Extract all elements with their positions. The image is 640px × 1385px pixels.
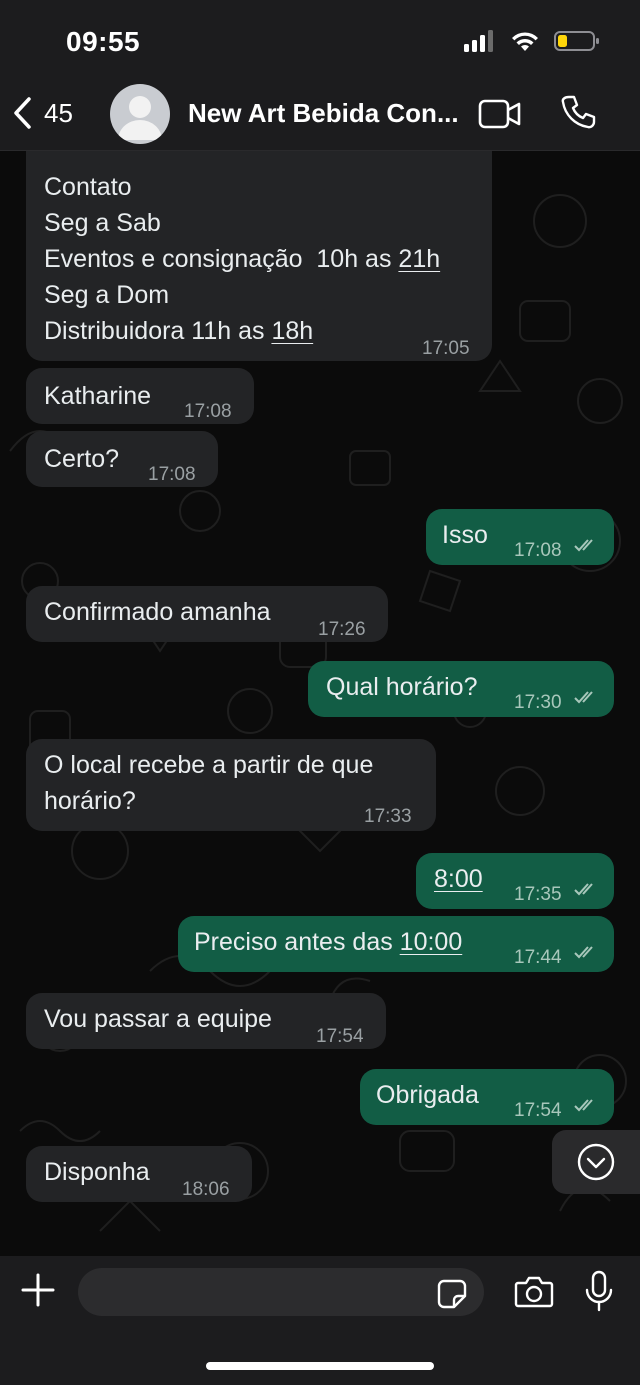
message-time: 17:08 bbox=[148, 464, 196, 485]
battery-icon bbox=[554, 31, 599, 51]
sticker-button[interactable] bbox=[436, 1278, 468, 1315]
message-input[interactable] bbox=[78, 1268, 484, 1316]
message-time-link[interactable]: 18h bbox=[271, 317, 313, 345]
message-bubble-incoming[interactable]: Katharine 17:08 bbox=[26, 368, 254, 424]
message-text: Vou passar a equipe bbox=[44, 1005, 272, 1033]
message-text: horário? bbox=[44, 787, 136, 815]
message-text: O local recebe a partir de que bbox=[44, 751, 374, 779]
message-time: 17:08 bbox=[514, 540, 562, 561]
chat-area[interactable]: Contato Seg a Sab Eventos e consignação … bbox=[0, 151, 640, 1256]
phone-icon bbox=[561, 95, 596, 129]
message-bubble-outgoing[interactable]: Obrigada 17:54 bbox=[360, 1069, 614, 1125]
message-bubble-incoming[interactable]: O local recebe a partir de que horário? … bbox=[26, 739, 436, 831]
message-time: 17:44 bbox=[514, 947, 562, 968]
avatar-icon[interactable] bbox=[110, 84, 170, 144]
double-check-icon bbox=[574, 946, 593, 959]
message-text: Seg a Sab bbox=[44, 209, 161, 237]
double-check-icon bbox=[574, 539, 593, 552]
status-time: 09:55 bbox=[66, 26, 141, 57]
message-text: Preciso antes das 10:00 bbox=[194, 924, 462, 960]
message-text: Seg a Dom bbox=[44, 281, 170, 309]
message-time-link[interactable]: 10:00 bbox=[400, 928, 463, 956]
message-text: Obrigada bbox=[376, 1081, 479, 1109]
scroll-to-bottom-button[interactable] bbox=[552, 1130, 640, 1194]
double-check-icon bbox=[574, 691, 593, 704]
voice-message-button[interactable] bbox=[584, 1270, 614, 1317]
message-text: Eventos e consignação 10h as 21h bbox=[44, 245, 441, 273]
unread-count: 45 bbox=[44, 97, 73, 128]
message-text: Disponha bbox=[44, 1158, 150, 1186]
message-bubble-incoming[interactable]: Certo? 17:08 bbox=[26, 431, 218, 487]
message-text: Contato bbox=[44, 173, 132, 201]
message-time: 17:30 bbox=[514, 692, 562, 713]
message-bubble-incoming[interactable]: Disponha 18:06 bbox=[26, 1146, 252, 1202]
message-time: 17:35 bbox=[514, 884, 562, 905]
home-indicator[interactable] bbox=[206, 1362, 434, 1370]
double-check-icon bbox=[574, 883, 593, 896]
message-time-link[interactable]: 21h bbox=[398, 245, 440, 273]
signal-icon bbox=[464, 30, 493, 52]
message-text: Isso bbox=[442, 521, 488, 549]
back-button[interactable]: 45 bbox=[12, 96, 73, 130]
camera-button[interactable] bbox=[514, 1274, 554, 1313]
back-chevron-icon bbox=[14, 97, 31, 129]
message-text: Qual horário? bbox=[326, 673, 478, 701]
message-bubble-incoming[interactable]: Vou passar a equipe 17:54 bbox=[26, 993, 386, 1049]
sticker-icon bbox=[437, 1279, 467, 1309]
message-text[interactable]: 8:00 bbox=[434, 861, 483, 897]
message-time: 18:06 bbox=[182, 1179, 230, 1200]
message-bubble-incoming[interactable]: Confirmado amanha 17:26 bbox=[26, 586, 388, 642]
message-time: 17:33 bbox=[364, 806, 412, 827]
message-bubble-outgoing[interactable]: Isso 17:08 bbox=[426, 509, 614, 565]
message-bubble-incoming[interactable]: Contato Seg a Sab Eventos e consignação … bbox=[26, 151, 492, 361]
microphone-icon bbox=[585, 1270, 613, 1312]
message-text: Distribuidora 11h as 18h bbox=[44, 317, 314, 345]
camera-icon bbox=[514, 1276, 554, 1308]
attach-button[interactable] bbox=[20, 1272, 56, 1313]
chat-header: 45 New Art Bebida Con... bbox=[0, 80, 640, 151]
message-time: 17:08 bbox=[184, 401, 232, 422]
message-time: 17:05 bbox=[422, 338, 470, 359]
message-text: Confirmado amanha bbox=[44, 598, 271, 626]
message-bubble-outgoing[interactable]: Qual horário? 17:30 bbox=[308, 661, 614, 717]
video-call-button[interactable] bbox=[478, 98, 522, 135]
status-icons bbox=[464, 30, 600, 52]
double-check-icon bbox=[574, 1099, 593, 1112]
plus-icon bbox=[21, 1273, 55, 1307]
message-text: Katharine bbox=[44, 382, 152, 410]
message-time: 17:26 bbox=[318, 619, 366, 640]
message-time: 17:54 bbox=[514, 1100, 562, 1121]
scroll-down-icon bbox=[577, 1143, 615, 1181]
status-bar: 09:55 bbox=[0, 0, 640, 80]
contact-name[interactable]: New Art Bebida Con... bbox=[188, 98, 468, 129]
message-bubble-outgoing[interactable]: Preciso antes das 10:00 17:44 bbox=[178, 916, 614, 972]
voice-call-button[interactable] bbox=[560, 94, 596, 135]
message-text-prefix: Preciso antes das bbox=[194, 928, 400, 956]
video-call-icon bbox=[478, 99, 521, 129]
wifi-icon bbox=[512, 32, 538, 51]
message-time: 17:54 bbox=[316, 1026, 364, 1047]
message-text: Certo? bbox=[44, 445, 120, 473]
message-bubble-outgoing[interactable]: 8:00 17:35 bbox=[416, 853, 614, 909]
